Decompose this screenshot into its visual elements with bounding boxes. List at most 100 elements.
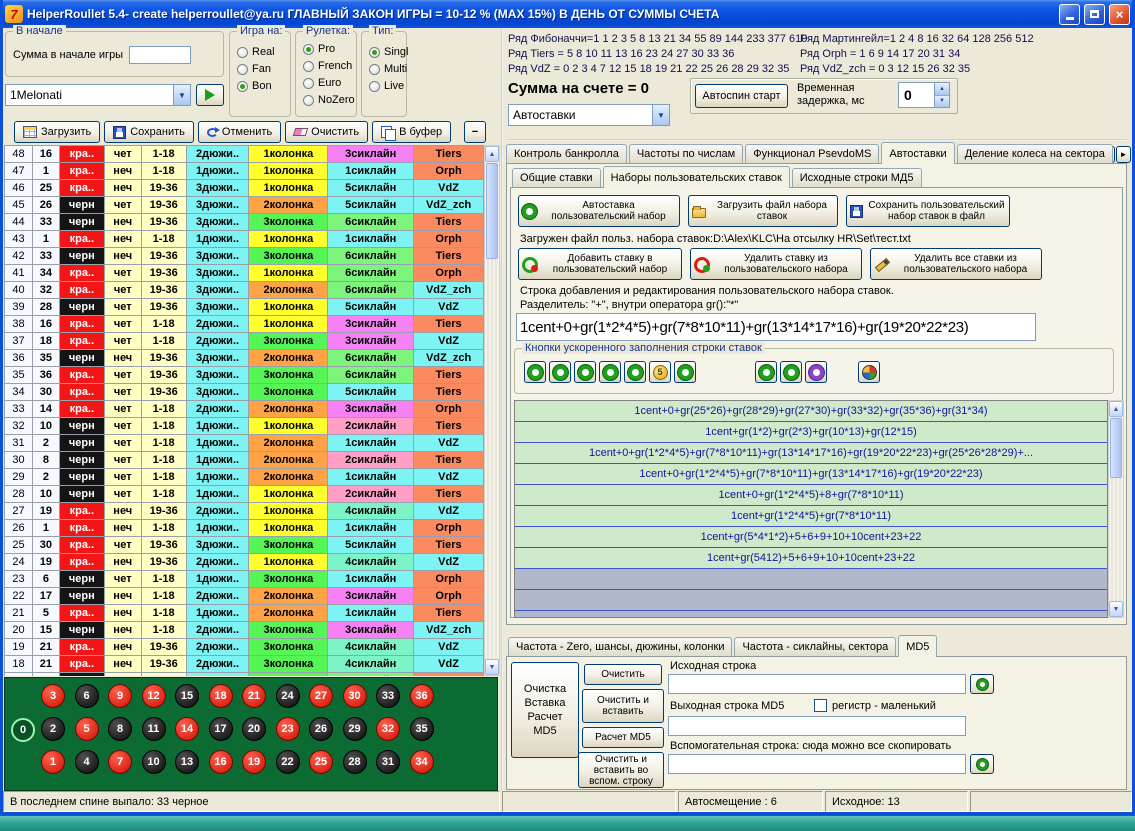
board-number-14[interactable]: 14 <box>175 717 199 741</box>
board-number-3[interactable]: 3 <box>41 684 65 708</box>
toolbar-button-grid[interactable]: Загрузить <box>14 121 100 143</box>
radio-option-nozero[interactable]: NoZero <box>303 92 351 108</box>
close-button[interactable]: × <box>1109 4 1130 25</box>
md5-calc-button[interactable]: Расчет MD5 <box>582 727 664 748</box>
play-button[interactable] <box>196 84 224 106</box>
tab-main-2[interactable]: Частоты по числам <box>629 144 743 163</box>
board-number-16[interactable]: 16 <box>209 750 233 774</box>
board-number-19[interactable]: 19 <box>242 750 266 774</box>
save-set-file-button[interactable]: Сохранить пользовательский набор ставок … <box>846 195 1010 227</box>
board-number-9[interactable]: 9 <box>108 684 132 708</box>
board-number-31[interactable]: 31 <box>376 750 400 774</box>
delay-spinner[interactable]: 0 ▲ ▼ <box>898 82 950 108</box>
board-number-8[interactable]: 8 <box>108 717 132 741</box>
board-number-35[interactable]: 35 <box>410 717 434 741</box>
autobets-combobox[interactable]: Автоставки ▼ <box>508 104 670 126</box>
radio-option-fan[interactable]: Fan <box>237 61 285 77</box>
board-number-13[interactable]: 13 <box>175 750 199 774</box>
board-number-12[interactable]: 12 <box>142 684 166 708</box>
history-row[interactable]: 471кра..неч1-181дюжи..1колонка1сиклайнOr… <box>5 163 484 180</box>
quick-fill-button-3[interactable] <box>574 361 596 383</box>
quick-fill-button-1[interactable] <box>524 361 546 383</box>
board-number-10[interactable]: 10 <box>142 750 166 774</box>
radio-option-multi[interactable]: Multi <box>369 61 401 77</box>
board-number-25[interactable]: 25 <box>309 750 333 774</box>
toolbar-button-eraser[interactable]: Очистить <box>285 121 368 143</box>
bet-list-item[interactable]: 1cent+0+gr(1*2*4*5)+gr(7*8*10*11)+gr(13*… <box>515 464 1107 485</box>
autoset-user-set-button[interactable]: Автоставка пользовательский набор <box>518 195 680 227</box>
radio-option-live[interactable]: Live <box>369 78 401 94</box>
scroll-thumb[interactable] <box>1110 418 1122 478</box>
bet-list-item[interactable]: 1cent+gr(5412)+5+6+9+10+10cent+23+22 <box>515 548 1107 569</box>
scroll-thumb[interactable] <box>486 163 498 259</box>
start-sum-input[interactable] <box>129 46 191 64</box>
history-row[interactable]: 215кра..неч1-181дюжи..2колонка1сиклайнTi… <box>5 605 484 622</box>
bet-list-item[interactable]: 1cent+gr(1*2*4*5)+gr(7*8*10*11) <box>515 506 1107 527</box>
add-bet-button[interactable]: Добавить ставку в пользовательский набор <box>518 248 682 280</box>
md5-aux-input[interactable] <box>668 754 966 774</box>
board-number-22[interactable]: 22 <box>276 750 300 774</box>
history-row[interactable]: 431кра..неч1-181дюжи..1колонка1сиклайнOr… <box>5 231 484 248</box>
history-row[interactable]: 4032кра..чет19-363дюжи..2колонка6сиклайн… <box>5 282 484 299</box>
quick-fill-button-7[interactable] <box>674 361 696 383</box>
board-number-26[interactable]: 26 <box>309 717 333 741</box>
scroll-up-icon[interactable]: ▲ <box>1109 401 1123 417</box>
board-number-29[interactable]: 29 <box>343 717 367 741</box>
remove-all-bets-button[interactable]: Удалить все ставки из пользовательского … <box>870 248 1042 280</box>
chevron-down-icon[interactable]: ▼ <box>652 105 669 125</box>
board-number-15[interactable]: 15 <box>175 684 199 708</box>
history-row[interactable]: 3314кра..чет1-182дюжи..2колонка3сиклайнO… <box>5 401 484 418</box>
history-row[interactable]: 292чернчет1-181дюжи..2колонка1сиклайнVdZ <box>5 469 484 486</box>
quick-fill-button-10[interactable] <box>805 361 827 383</box>
history-row[interactable]: 1921кра..неч19-362дюжи..3колонка4сиклайн… <box>5 639 484 656</box>
md5-clear-button[interactable]: Очистить <box>584 664 662 685</box>
md5-aux-action-button[interactable] <box>970 754 994 774</box>
board-number-23[interactable]: 23 <box>276 717 300 741</box>
md5-case-checkbox[interactable] <box>814 699 827 712</box>
board-number-34[interactable]: 34 <box>410 750 434 774</box>
radio-option-singl[interactable]: Singl <box>369 44 401 60</box>
board-number-32[interactable]: 32 <box>376 717 400 741</box>
history-row[interactable]: 2419кра..неч19-362дюжи..1колонка4сиклайн… <box>5 554 484 571</box>
quick-fill-button-9[interactable] <box>780 361 802 383</box>
history-row[interactable]: 261кра..неч1-181дюжи..1колонка1сиклайнOr… <box>5 520 484 537</box>
history-row[interactable]: 3718кра..чет1-182дюжи..3колонка3сиклайнV… <box>5 333 484 350</box>
quick-fill-button-2[interactable] <box>549 361 571 383</box>
history-scrollbar[interactable]: ▲ ▼ <box>484 145 500 676</box>
board-number-36[interactable]: 36 <box>410 684 434 708</box>
radio-option-french[interactable]: French <box>303 58 351 74</box>
history-row[interactable]: 236чернчет1-181дюжи..3колонка1сиклайнOrp… <box>5 571 484 588</box>
history-row[interactable]: 3635черннеч19-363дюжи..2колонка6сиклайнV… <box>5 350 484 367</box>
quick-fill-button-11[interactable] <box>858 361 880 383</box>
tab-inner-2[interactable]: Наборы пользовательских ставок <box>603 166 790 188</box>
history-row[interactable]: 3816кра..чет1-182дюжи..1колонка3сиклайнT… <box>5 316 484 333</box>
tab-main-5[interactable]: Деление колеса на сектора <box>957 144 1113 163</box>
quick-fill-button-4[interactable] <box>599 361 621 383</box>
minimize-button[interactable] <box>1059 4 1080 25</box>
board-number-30[interactable]: 30 <box>343 684 367 708</box>
autospin-start-button[interactable]: Автоспин старт <box>695 84 788 108</box>
bet-list-item[interactable]: 1cent+0+gr(1*2*4*5)+8+gr(7*8*10*11) <box>515 485 1107 506</box>
quick-fill-button-5[interactable] <box>624 361 646 383</box>
tab-main-1[interactable]: Контроль банкролла <box>506 144 627 163</box>
bet-string-input[interactable] <box>516 313 1036 341</box>
preset-combobox[interactable]: 1Melonati ▼ <box>5 84 191 106</box>
bet-list-item[interactable]: 1cent+0+gr(1*2*4*5)+gr(7*8*10*11)+gr(13*… <box>515 443 1107 464</box>
history-row[interactable]: 4134кра..чет19-363дюжи..1колонка6сиклайн… <box>5 265 484 282</box>
board-number-4[interactable]: 4 <box>75 750 99 774</box>
history-row[interactable]: 4233черннеч19-363дюжи..3колонка6сиклайнT… <box>5 248 484 265</box>
scroll-down-icon[interactable]: ▼ <box>1109 601 1123 617</box>
toolbar-button-copy[interactable]: В буфер <box>372 121 451 143</box>
quick-fill-button-6[interactable]: 5 <box>649 361 671 383</box>
tab-main-4[interactable]: Автоставки <box>881 142 954 164</box>
history-row[interactable]: 4816кра..чет1-182дюжи..1колонка3сиклайнT… <box>5 146 484 163</box>
collapse-button[interactable]: − <box>464 121 486 143</box>
bet-list-item[interactable]: 1cent+gr(5*4*1*2)+5+6+9+10+10cent+23+22 <box>515 527 1107 548</box>
radio-option-real[interactable]: Real <box>237 44 285 60</box>
board-number-11[interactable]: 11 <box>142 717 166 741</box>
board-number-27[interactable]: 27 <box>309 684 333 708</box>
tab-main-3[interactable]: Функционал PsevdoMS <box>745 144 879 163</box>
board-number-6[interactable]: 6 <box>75 684 99 708</box>
toolbar-button-undo[interactable]: Отменить <box>198 121 281 143</box>
history-row[interactable]: 3210чернчет1-181дюжи..1колонка2сиклайнTi… <box>5 418 484 435</box>
